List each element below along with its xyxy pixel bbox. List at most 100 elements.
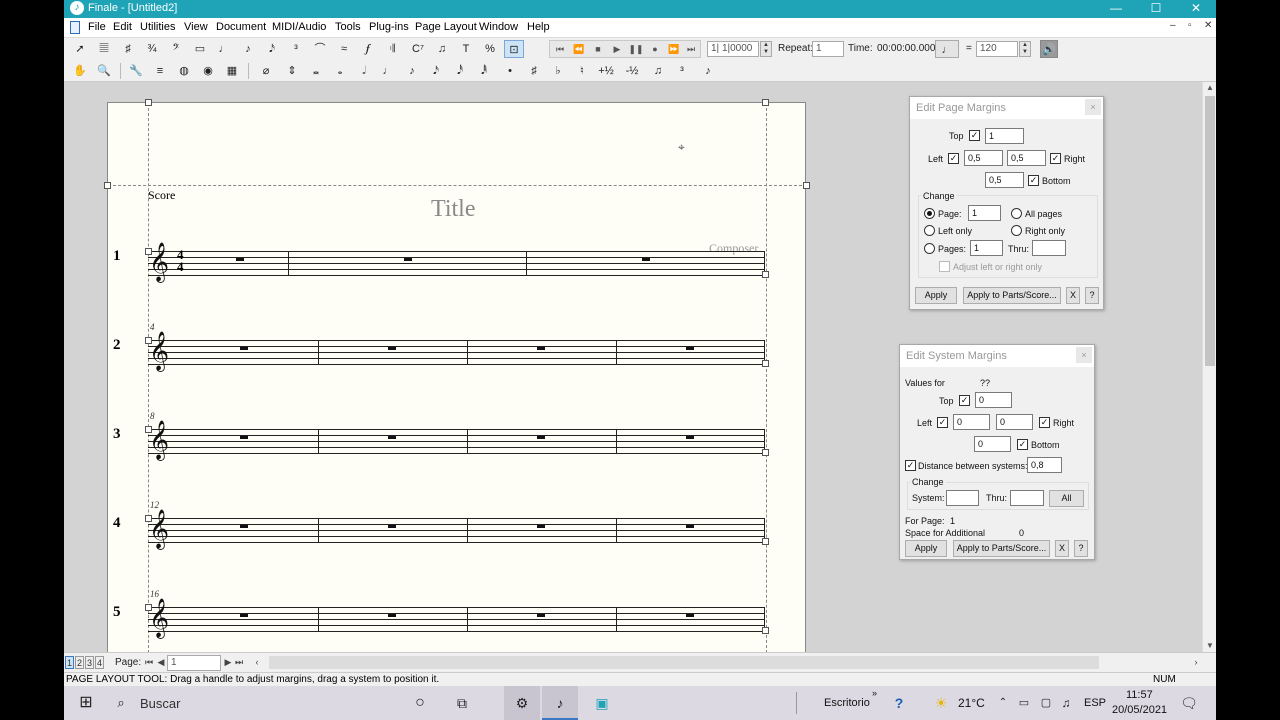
smart-shape-tool-icon[interactable]: ⌒ <box>310 40 330 58</box>
apply-button[interactable]: Apply <box>905 540 947 557</box>
desktop-toolbar[interactable]: Escritorio <box>824 697 870 709</box>
score-page[interactable]: ⌖ Score Title Composer 1 𝄞 44 4 2 𝄞 8 3 … <box>104 99 810 652</box>
bottom-margin-field[interactable]: 0,5 <box>985 172 1024 188</box>
lyrics-tool-icon[interactable]: ♫ <box>432 40 452 58</box>
flat-icon[interactable]: ♭ <box>548 62 568 80</box>
stop-icon[interactable]: ■ <box>588 41 608 57</box>
scroll-up-icon[interactable]: ▲ <box>1203 82 1217 94</box>
staff-system-1[interactable]: 𝄞 44 <box>148 242 765 282</box>
scroll-thumb[interactable] <box>1205 96 1215 366</box>
menu-tools[interactable]: Tools <box>335 21 361 33</box>
top-checkbox[interactable]: ✓ <box>959 395 970 406</box>
cortana-icon[interactable]: ○ <box>406 686 434 720</box>
dialog-close-icon[interactable]: × <box>1076 347 1092 363</box>
weather-icon[interactable]: ☀ <box>930 686 952 720</box>
right-checkbox[interactable]: ✓ <box>1050 153 1061 164</box>
time-signature-tool-icon[interactable]: ¾ <box>142 40 162 58</box>
eighth-note-icon[interactable]: ♪ <box>402 62 422 80</box>
settings-app-icon[interactable]: ⚙ <box>504 686 540 720</box>
top-field[interactable]: 0 <box>975 392 1012 408</box>
all-button[interactable]: All <box>1049 490 1084 507</box>
page-tab[interactable]: 2 <box>75 656 84 669</box>
rewind-start-icon[interactable]: ⏮ <box>550 41 570 57</box>
document-icon[interactable] <box>70 21 80 34</box>
articulation-tool-icon[interactable]: ≈ <box>334 40 354 58</box>
expression-tool-icon[interactable]: 𝆑 <box>358 40 378 58</box>
finale-app-icon[interactable]: ♪ <box>542 686 578 720</box>
margin-handle[interactable] <box>145 99 152 106</box>
menu-help[interactable]: Help <box>527 21 550 33</box>
half-note-icon[interactable]: 𝅗𝅥 <box>354 62 374 80</box>
toolbar-expand-icon[interactable]: » <box>872 688 877 698</box>
grid-icon[interactable]: ▦ <box>222 62 242 80</box>
help-button[interactable]: ? <box>1074 540 1088 557</box>
breve-icon[interactable]: 𝅜 <box>306 62 326 80</box>
system-handle[interactable] <box>145 426 152 433</box>
system-handle[interactable] <box>145 604 152 611</box>
mdi-minimize-button[interactable]: – <box>1170 20 1176 31</box>
tempo-note-icon[interactable]: ♩ <box>935 40 959 58</box>
key-signature-tool-icon[interactable]: ♯ <box>118 40 138 58</box>
menu-utilities[interactable]: Utilities <box>140 21 175 33</box>
menu-plug-ins[interactable]: Plug-ins <box>369 21 409 33</box>
system-handle[interactable] <box>762 627 769 634</box>
system-field[interactable] <box>946 490 979 506</box>
mdi-close-button[interactable]: ✕ <box>1204 20 1212 31</box>
counter-field[interactable]: 1| 1|0000 <box>707 41 759 57</box>
thirty-second-note-icon[interactable]: 𝅘𝅥𝅰 <box>450 62 470 80</box>
system-handle[interactable] <box>145 337 152 344</box>
score-title[interactable]: Title <box>431 196 475 223</box>
system-handle[interactable] <box>145 248 152 255</box>
distance-checkbox[interactable]: ✓ <box>905 460 916 471</box>
repeat-tool-icon[interactable]: 𝄇 <box>382 40 402 58</box>
tray-expand-icon[interactable]: ⌃ <box>996 686 1010 720</box>
margin-handle[interactable] <box>762 99 769 106</box>
page-number-field[interactable]: 1 <box>167 655 221 671</box>
play-icon[interactable]: ▶ <box>607 41 627 57</box>
sixteenth-note-icon[interactable]: 𝅘𝅥𝅯 <box>426 62 446 80</box>
left-checkbox[interactable]: ✓ <box>948 153 959 164</box>
top-margin-field[interactable]: 1 <box>985 128 1024 144</box>
half-step-down-icon[interactable]: -½ <box>622 62 642 80</box>
menu-page-layout[interactable]: Page Layout <box>415 21 477 33</box>
globe-icon[interactable]: ◍ <box>174 62 194 80</box>
tempo-field[interactable]: 120 <box>976 41 1018 57</box>
half-step-up-icon[interactable]: +½ <box>596 62 616 80</box>
system-handle[interactable] <box>762 360 769 367</box>
apply-button[interactable]: Apply <box>915 287 957 304</box>
next-page-icon[interactable]: ▶ <box>223 656 233 669</box>
scroll-down-icon[interactable]: ▼ <box>1203 640 1217 652</box>
selection-tool-icon[interactable]: ➚ <box>70 40 90 58</box>
right-only-radio[interactable] <box>1011 225 1022 236</box>
repeat-field[interactable]: 1 <box>812 41 844 57</box>
task-view-icon[interactable]: ⧉ <box>448 686 476 720</box>
staff-system-2[interactable]: 𝄞 <box>148 331 765 371</box>
network-icon[interactable]: ▭ <box>1016 686 1032 720</box>
resize-tool-icon[interactable]: % <box>480 40 500 58</box>
recorder-app-icon[interactable]: ▣ <box>584 686 620 720</box>
clock-date[interactable]: 20/05/2021 <box>1112 704 1167 716</box>
help-app-icon[interactable]: ? <box>886 686 912 720</box>
staff-system-5[interactable]: 𝄞 <box>148 598 765 638</box>
page-field[interactable]: 1 <box>968 205 1001 221</box>
page-tab[interactable]: 1 <box>65 656 74 669</box>
tuplet-entry-icon[interactable]: ³ <box>672 62 692 80</box>
hand-grabber-icon[interactable]: ✋ <box>70 62 90 80</box>
eraser-icon[interactable]: ⌀ <box>256 62 276 80</box>
notifications-icon[interactable]: 🗨 <box>1178 686 1200 720</box>
counter-spinner[interactable]: ▲ ▼ <box>760 41 772 57</box>
page-tab[interactable]: 4 <box>95 656 104 669</box>
wrench-icon[interactable]: 🔧 <box>126 62 146 80</box>
margin-handle[interactable] <box>104 182 111 189</box>
menu-edit[interactable]: Edit <box>113 21 132 33</box>
bottom-checkbox[interactable]: ✓ <box>1028 175 1039 186</box>
apply-to-parts-button[interactable]: Apply to Parts/Score... <box>953 540 1050 557</box>
previous-page-icon[interactable]: ◀ <box>156 656 166 669</box>
tempo-spinner[interactable]: ▲ ▼ <box>1019 41 1031 57</box>
dot-icon[interactable]: • <box>500 62 520 80</box>
language-indicator[interactable]: ESP <box>1084 697 1106 709</box>
menu-midi-audio[interactable]: MIDI/Audio <box>272 21 326 33</box>
page-margins-title[interactable]: Edit Page Margins <box>910 97 1103 119</box>
adjust-checkbox[interactable] <box>939 261 950 272</box>
clef-tool-icon[interactable]: 𝄢 <box>166 40 186 58</box>
